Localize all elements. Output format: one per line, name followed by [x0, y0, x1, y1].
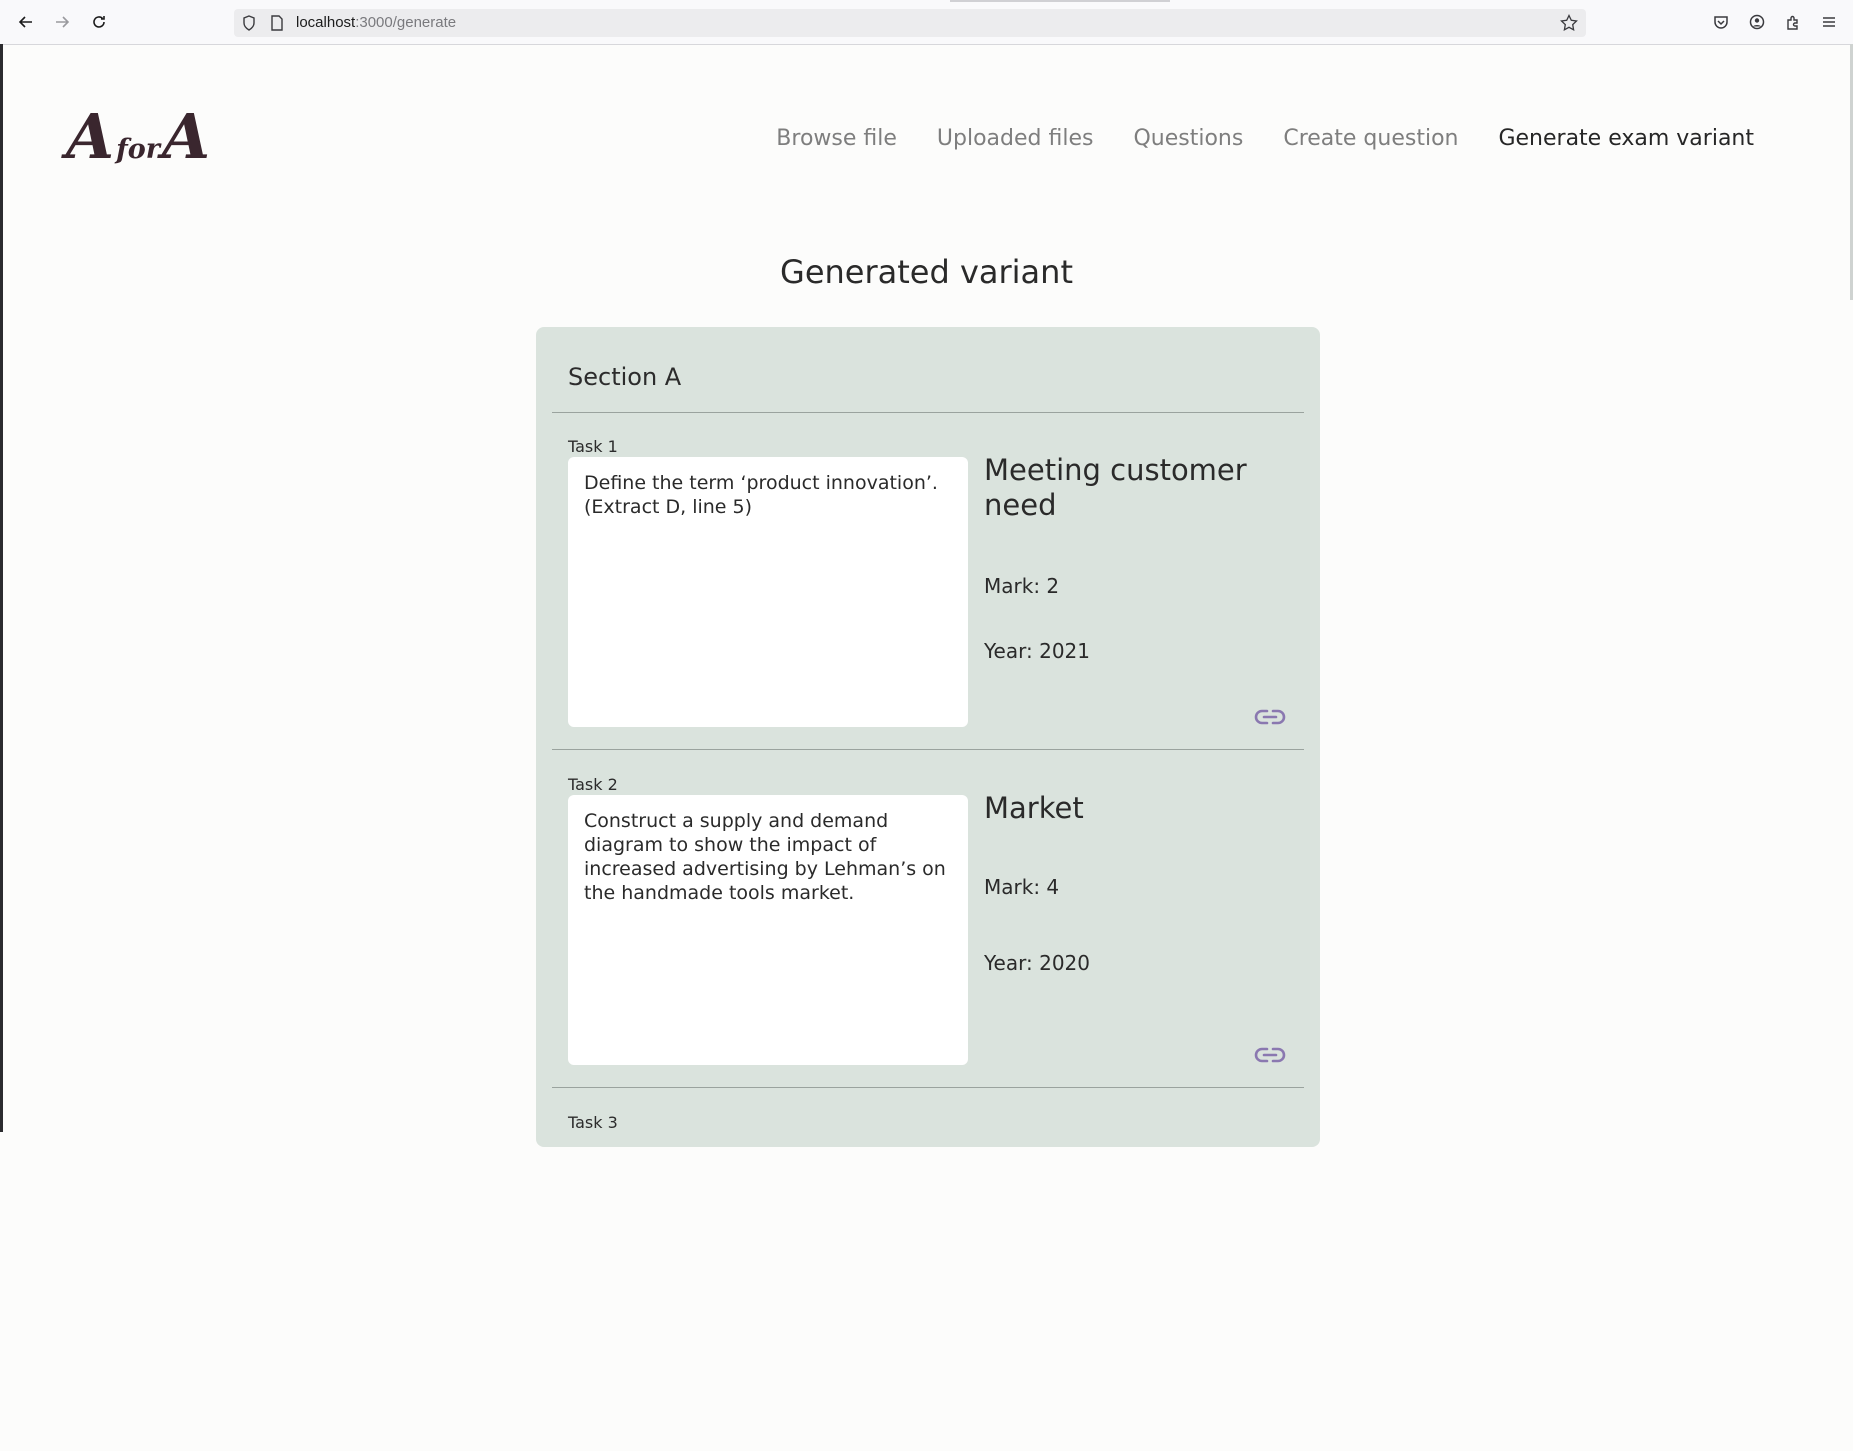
nav-generate-exam-variant[interactable]: Generate exam variant [1498, 126, 1754, 151]
logo-word: for [116, 134, 160, 165]
task-item: Task 3 [536, 1113, 1320, 1451]
pocket-button[interactable] [1710, 11, 1732, 33]
reload-button[interactable] [87, 10, 111, 34]
task-mark: Mark: 2 [984, 574, 1060, 598]
task-year: Year: 2021 [984, 639, 1090, 663]
nav-create-question[interactable]: Create question [1283, 126, 1458, 151]
arrow-left-icon [18, 16, 32, 28]
task-question-text: Construct a supply and demand diagram to… [568, 795, 968, 1065]
task-label: Task 1 [568, 437, 618, 456]
divider [552, 412, 1304, 413]
extensions-button[interactable] [1782, 11, 1804, 33]
task-year: Year: 2020 [984, 951, 1090, 975]
reload-icon [93, 16, 105, 28]
divider [552, 1087, 1304, 1088]
task-topic: Market [984, 791, 1084, 825]
url-host: localhost [296, 14, 356, 31]
logo-letter-1: A [66, 100, 115, 173]
task-mark: Mark: 4 [984, 875, 1060, 899]
task-question-text: Define the term ‘product innovation’. (E… [568, 457, 968, 727]
nav-questions[interactable]: Questions [1133, 126, 1243, 151]
arrow-right-icon [56, 16, 70, 28]
pocket-icon [1714, 16, 1728, 29]
forward-button[interactable] [50, 10, 74, 34]
puzzle-icon [1787, 15, 1798, 30]
menu-button[interactable] [1818, 11, 1840, 33]
main-nav: Browse file Uploaded files Questions Cre… [776, 126, 1754, 151]
account-button[interactable] [1746, 11, 1768, 33]
nav-browse-file[interactable]: Browse file [776, 126, 897, 151]
nav-uploaded-files[interactable]: Uploaded files [937, 126, 1094, 151]
link-icon[interactable] [1254, 1045, 1286, 1065]
shield-icon [243, 15, 255, 31]
divider [552, 749, 1304, 750]
hamburger-menu-icon [1823, 17, 1835, 27]
task-item: Task 1 Define the term ‘product innovati… [536, 437, 1320, 775]
link-icon[interactable] [1254, 707, 1286, 727]
logo-letter-2: A [161, 100, 211, 173]
site-logo[interactable]: Afor A [66, 100, 210, 173]
bookmark-star-icon[interactable] [1560, 14, 1578, 32]
task-item: Task 2 Construct a supply and demand dia… [536, 775, 1320, 1113]
section-card: Section A Task 1 Define the term ‘produc… [536, 327, 1320, 1147]
section-title: Section A [568, 363, 682, 391]
tab-indicator [950, 0, 1170, 2]
url-path: :3000/generate [355, 14, 457, 31]
address-bar[interactable]: localhost:3000/generate [234, 9, 1586, 37]
url-text: localhost:3000/generate [296, 14, 456, 31]
task-label: Task 2 [568, 775, 618, 794]
window-edge [0, 44, 3, 1132]
back-button[interactable] [14, 10, 38, 34]
account-icon [1749, 14, 1765, 30]
browser-toolbar: localhost:3000/generate [0, 0, 1853, 45]
page-title: Generated variant [780, 253, 1073, 291]
page-icon [271, 15, 283, 31]
task-label: Task 3 [568, 1113, 618, 1132]
task-topic: Meeting customer need [984, 453, 1247, 522]
